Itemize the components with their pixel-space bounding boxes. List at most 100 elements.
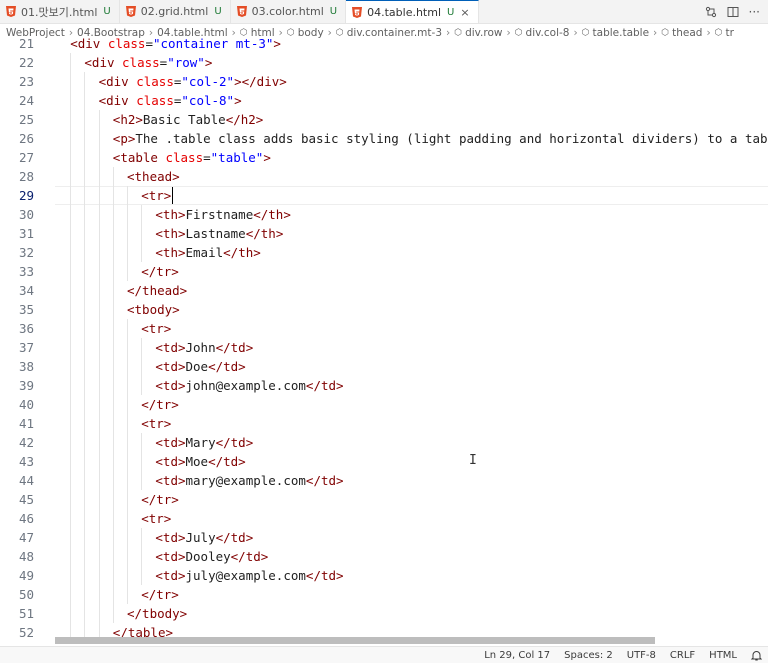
code-token: <div <box>98 93 137 108</box>
indent-guide <box>84 414 86 433</box>
close-icon[interactable]: × <box>460 6 469 19</box>
code-line[interactable]: 23 <div class="col-2"></div> <box>0 72 768 91</box>
code-token: <tr> <box>141 188 172 203</box>
code-token: </tbody> <box>127 606 188 621</box>
code-text: </tr> <box>141 395 179 414</box>
code-line[interactable]: 27 <table class="table"> <box>0 148 768 167</box>
html-file-icon <box>6 6 16 17</box>
code-line[interactable]: 38 <td>Doe</td> <box>0 357 768 376</box>
code-text: <td>july@example.com</td> <box>155 566 343 585</box>
code-line[interactable]: 35 <tbody> <box>0 300 768 319</box>
indent-guide <box>70 129 72 148</box>
language-mode[interactable]: HTML <box>709 650 737 661</box>
code-line[interactable]: 50 </tr> <box>0 585 768 604</box>
code-text: <td>Mary</td> <box>155 433 253 452</box>
code-line[interactable]: 48 <td>Dooley</td> <box>0 547 768 566</box>
code-line[interactable]: 29 <tr> <box>0 186 768 205</box>
indent-guide <box>70 281 72 300</box>
code-line[interactable]: 43 <td>Moe</td> <box>0 452 768 471</box>
code-token: <td> <box>155 473 186 488</box>
split-editor-icon[interactable] <box>727 6 739 18</box>
code-token: "col-8" <box>181 93 235 108</box>
line-number: 34 <box>18 283 34 298</box>
code-token: <table <box>112 150 166 165</box>
code-token: </tr> <box>141 264 179 279</box>
encoding[interactable]: UTF-8 <box>627 650 656 661</box>
line-ending[interactable]: CRLF <box>670 650 695 661</box>
code-token: </td> <box>305 568 344 583</box>
line-number: 51 <box>18 606 34 621</box>
indent-guide <box>127 319 128 338</box>
tab-03-color[interactable]: 03.color.html U <box>231 0 347 23</box>
tab-04-table[interactable]: 04.table.html U × <box>346 0 479 23</box>
cursor-position[interactable]: Ln 29, Col 17 <box>484 650 550 661</box>
indent-guide <box>141 357 143 376</box>
code-line[interactable]: 32 <th>Email</th> <box>0 243 768 262</box>
code-token: </td> <box>208 359 246 374</box>
indent-guide <box>70 205 72 224</box>
code-line[interactable]: 40 </tr> <box>0 395 768 414</box>
code-line[interactable]: 34 </thead> <box>0 281 768 300</box>
indentation[interactable]: Spaces: 2 <box>564 650 613 661</box>
code-line[interactable]: 44 <td>mary@example.com</td> <box>0 471 768 490</box>
line-number: 28 <box>18 169 34 184</box>
tab-01-taste[interactable]: 01.맛보기.html U <box>0 0 120 23</box>
code-line[interactable]: 45 </tr> <box>0 490 768 509</box>
indent-guide <box>98 300 100 319</box>
code-line[interactable]: 37 <td>John</td> <box>0 338 768 357</box>
indent-guide <box>112 604 114 623</box>
indent-guide <box>70 224 72 243</box>
code-line[interactable]: 47 <td>July</td> <box>0 528 768 547</box>
code-text: <td>mary@example.com</td> <box>155 471 343 490</box>
html-file-icon <box>352 6 363 18</box>
code-line[interactable]: 42 <td>Mary</td> <box>0 433 768 452</box>
line-number: 43 <box>18 454 34 469</box>
indent-guide <box>127 338 128 357</box>
code-line[interactable]: 36 <tr> <box>0 319 768 338</box>
indent-guide <box>127 262 128 281</box>
code-line[interactable]: 31 <th>Lastname</th> <box>0 224 768 243</box>
line-number: 52 <box>18 625 34 640</box>
compare-changes-icon[interactable] <box>705 6 717 18</box>
code-token: class <box>136 74 174 89</box>
code-line[interactable]: 33 </tr> <box>0 262 768 281</box>
code-line[interactable]: 22 <div class="row"> <box>0 53 768 72</box>
indent-guide <box>112 395 114 414</box>
indent-guide <box>112 224 114 243</box>
code-token: </td> <box>208 454 246 469</box>
code-line[interactable]: 41 <tr> <box>0 414 768 433</box>
element-cube-icon: ⬡ <box>661 27 670 38</box>
indent-guide <box>84 148 86 167</box>
indent-guide <box>127 186 128 205</box>
tab-02-grid[interactable]: 02.grid.html U <box>120 0 231 23</box>
code-token: Dooley <box>185 549 231 564</box>
code-line[interactable]: 21 <div class="container mt-3"> <box>0 37 768 53</box>
code-token: > <box>273 37 281 51</box>
code-line[interactable]: 26 <p>The .table class adds basic styling… <box>0 129 768 148</box>
horizontal-scrollbar[interactable] <box>55 637 655 644</box>
line-number: 48 <box>18 549 34 564</box>
notifications-icon[interactable] <box>751 650 762 661</box>
code-text: <div class="row"> <box>84 53 212 72</box>
code-line[interactable]: 30 <th>Firstname</th> <box>0 205 768 224</box>
indent-guide <box>98 243 100 262</box>
indent-guide <box>70 585 72 604</box>
indent-guide <box>127 376 128 395</box>
code-line[interactable]: 39 <td>john@example.com</td> <box>0 376 768 395</box>
indent-guide <box>98 490 100 509</box>
text-caret <box>172 187 174 204</box>
code-line[interactable]: 49 <td>july@example.com</td> <box>0 566 768 585</box>
code-line[interactable]: 25 <h2>Basic Table</h2> <box>0 110 768 129</box>
indent-guide <box>84 395 86 414</box>
code-token: > <box>234 93 242 108</box>
indent-guide <box>70 604 72 623</box>
code-line[interactable]: 28 <thead> <box>0 167 768 186</box>
code-line[interactable]: 51 </tbody> <box>0 604 768 623</box>
indent-guide <box>84 110 86 129</box>
code-line[interactable]: 24 <div class="col-8"> <box>0 91 768 110</box>
indent-guide <box>141 338 143 357</box>
more-actions-icon[interactable]: ··· <box>749 5 760 19</box>
code-editor[interactable]: 21 <div class="container mt-3"> 22 <div cla… <box>0 37 768 646</box>
code-text: <th>Email</th> <box>155 243 260 262</box>
code-line[interactable]: 46 <tr> <box>0 509 768 528</box>
